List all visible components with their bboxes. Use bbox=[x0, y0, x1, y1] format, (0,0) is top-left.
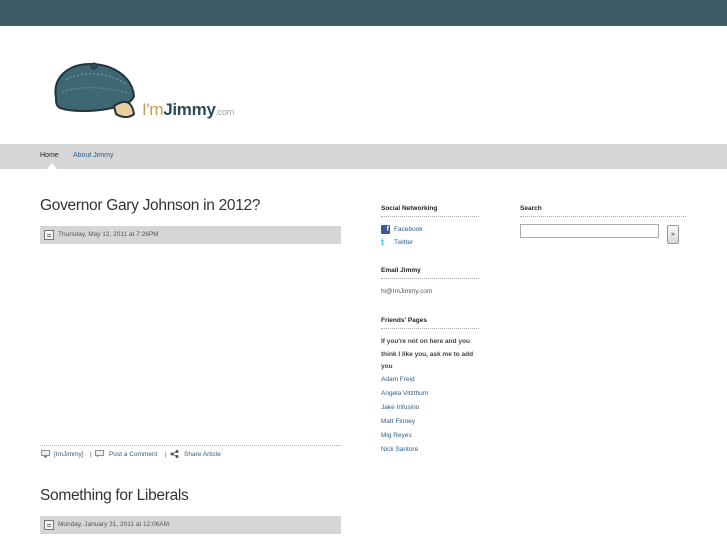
friend-link[interactable]: Adam Freid bbox=[381, 376, 415, 383]
friend-link[interactable]: Mig Reyes bbox=[381, 432, 412, 439]
search-input[interactable] bbox=[520, 224, 659, 238]
comment-icon bbox=[95, 450, 104, 458]
search-button[interactable]: » bbox=[667, 225, 679, 244]
top-bar bbox=[0, 0, 727, 26]
footer-separator: | bbox=[165, 451, 167, 458]
footer-separator: | bbox=[90, 451, 92, 458]
twitter-icon: t bbox=[381, 237, 384, 247]
wordmark-com: .com bbox=[215, 107, 235, 117]
friends-widget-title: Friends' Pages bbox=[381, 317, 479, 329]
post-footer: [ImJimmy] | Post a Comment | Share Artic… bbox=[40, 445, 341, 461]
calendar-icon bbox=[44, 520, 54, 530]
nav-bar: Home About Jimmy bbox=[0, 144, 727, 169]
post-author-link[interactable]: [ImJimmy] bbox=[54, 451, 84, 458]
post-date: Monday, January 31, 2011 at 12:06AM bbox=[58, 521, 170, 528]
friend-link[interactable]: Nick Santore bbox=[381, 446, 418, 453]
email-address[interactable]: hi@ImJimmy.com bbox=[381, 288, 432, 295]
post-title[interactable]: Governor Gary Johnson in 2012? bbox=[40, 197, 261, 215]
post-date-bar: Thursday, May 12, 2011 at 7:26PM bbox=[40, 226, 341, 244]
nav-item-home[interactable]: Home bbox=[40, 152, 59, 159]
share-icon bbox=[170, 450, 179, 458]
email-widget-title: Email Jimmy bbox=[381, 267, 479, 279]
author-icon bbox=[41, 450, 50, 458]
wordmark-jimmy: Jimmy bbox=[163, 100, 216, 119]
friend-link[interactable]: Angela Vitzthum bbox=[381, 390, 428, 397]
site-wordmark[interactable]: I'mJimmy.com bbox=[142, 100, 234, 120]
post-date-bar: Monday, January 31, 2011 at 12:06AM bbox=[40, 516, 341, 534]
post-comment-link[interactable]: Post a Comment bbox=[109, 451, 157, 458]
wordmark-im: I'm bbox=[142, 100, 164, 119]
post-title[interactable]: Something for Liberals bbox=[40, 487, 189, 505]
friends-note: If you're not on here and you think I li… bbox=[381, 338, 474, 370]
twitter-link[interactable]: Twitter bbox=[394, 239, 413, 246]
search-widget-title: Search bbox=[520, 205, 686, 217]
calendar-icon bbox=[44, 230, 54, 240]
nav-item-about[interactable]: About Jimmy bbox=[73, 152, 113, 159]
friend-link[interactable]: Matt Finney bbox=[381, 418, 415, 425]
post-share-link[interactable]: Share Article bbox=[184, 451, 221, 458]
nav-active-indicator bbox=[47, 163, 57, 169]
friend-link[interactable]: Jake Infusino bbox=[381, 404, 419, 411]
facebook-icon: f bbox=[381, 225, 390, 234]
social-widget-title: Social Networking bbox=[381, 205, 479, 217]
facebook-link[interactable]: Facebook bbox=[394, 226, 423, 233]
post-date: Thursday, May 12, 2011 at 7:26PM bbox=[58, 231, 159, 238]
